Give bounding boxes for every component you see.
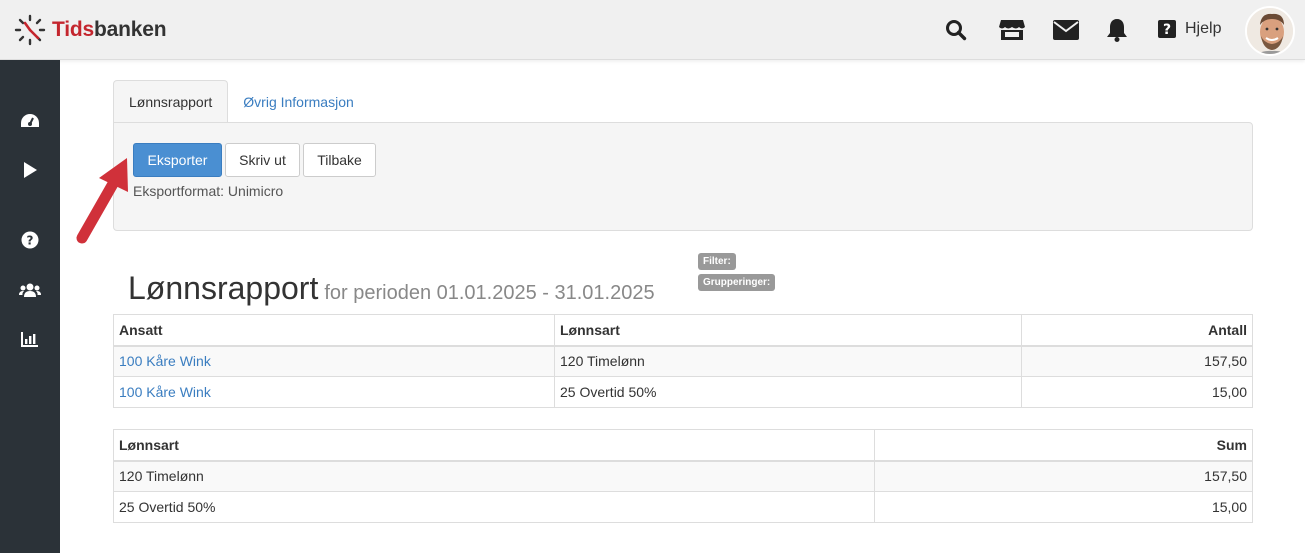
tab-lonnsrapport[interactable]: Lønnsrapport: [113, 80, 229, 123]
table-header-row: Lønnsart Sum: [113, 429, 1253, 462]
mail-icon[interactable]: [1053, 18, 1079, 42]
table-row: 100 Kåre Wink 120 Timelønn 157,50: [113, 345, 1253, 377]
tab-bar: Lønnsrapport Øvrig Informasjon: [113, 80, 369, 123]
top-bar: Tidsbanken ? Hjelp: [0, 0, 1305, 60]
help-icon: ?: [1158, 20, 1176, 38]
table-cell-sum: 15,00: [874, 491, 1253, 523]
employee-link[interactable]: 100 Kåre Wink: [119, 353, 211, 369]
bell-icon[interactable]: [1105, 18, 1129, 42]
chart-icon[interactable]: [18, 327, 42, 351]
table-row: 100 Kåre Wink 25 Overtid 50% 15,00: [113, 376, 1253, 408]
report-title: Lønnsrapport: [128, 270, 319, 306]
tab-ovrig-informasjon[interactable]: Øvrig Informasjon: [228, 80, 368, 123]
svg-text:?: ?: [1163, 22, 1171, 38]
users-icon[interactable]: [18, 278, 42, 302]
summary-table: Lønnsart Sum 120 Timelønn 157,50 25 Over…: [113, 429, 1253, 523]
question-icon[interactable]: ?: [18, 228, 42, 252]
table-cell-wage-type: 25 Overtid 50%: [554, 376, 1022, 408]
table-cell-wage-type: 25 Overtid 50%: [113, 491, 875, 523]
logo-icon: [14, 14, 46, 46]
groupings-badge: Grupperinger:: [698, 274, 776, 291]
svg-text:?: ?: [27, 234, 34, 248]
export-button[interactable]: Eksporter: [133, 143, 222, 177]
column-header-antall[interactable]: Antall: [1021, 314, 1253, 347]
table-row: 25 Overtid 50% 15,00: [113, 491, 1253, 523]
print-button[interactable]: Skriv ut: [225, 143, 300, 177]
table-cell-wage-type: 120 Timelønn: [554, 345, 1022, 377]
table-cell-amount: 15,00: [1021, 376, 1253, 408]
table-cell-amount: 157,50: [1021, 345, 1253, 377]
brand-name-part2: banken: [94, 18, 167, 41]
store-icon[interactable]: [998, 18, 1026, 42]
filter-badge: Filter:: [698, 253, 736, 270]
avatar[interactable]: [1245, 6, 1295, 56]
play-icon[interactable]: [18, 158, 42, 182]
back-button[interactable]: Tilbake: [303, 143, 376, 177]
report-period: for perioden 01.01.2025 - 31.01.2025: [324, 282, 655, 304]
column-header-sum[interactable]: Sum: [874, 429, 1253, 462]
sidebar: ?: [0, 60, 60, 553]
table-cell-employee: 100 Kåre Wink: [113, 345, 555, 377]
column-header-lonnsart[interactable]: Lønnsart: [113, 429, 875, 462]
search-icon[interactable]: [944, 18, 968, 42]
table-header-row: Ansatt Lønnsart Antall: [113, 314, 1253, 347]
arrow-icon: [76, 158, 128, 244]
table-cell-wage-type: 120 Timelønn: [113, 460, 875, 492]
brand-name: Tidsbanken: [52, 18, 167, 42]
employee-link[interactable]: 100 Kåre Wink: [119, 384, 211, 400]
export-format-text: Eksportformat: Unimicro: [133, 183, 284, 199]
logo[interactable]: Tidsbanken: [14, 14, 167, 46]
help-label: Hjelp: [1185, 20, 1222, 37]
brand-name-part1: Tids: [52, 18, 94, 41]
table-row: 120 Timelønn 157,50: [113, 460, 1253, 492]
help-button[interactable]: ? Hjelp: [1158, 19, 1221, 39]
table-cell-employee: 100 Kåre Wink: [113, 376, 555, 408]
table-cell-sum: 157,50: [874, 460, 1253, 492]
detail-table: Ansatt Lønnsart Antall 100 Kåre Wink 120…: [113, 314, 1253, 408]
column-header-ansatt[interactable]: Ansatt: [113, 314, 555, 347]
dashboard-icon[interactable]: [18, 109, 42, 133]
page-title: Lønnsrapport for perioden 01.01.2025 - 31…: [128, 270, 655, 307]
column-header-lonnsart[interactable]: Lønnsart: [554, 314, 1022, 347]
toolbar-panel: Eksporter Skriv ut Tilbake Eksportformat…: [113, 122, 1253, 231]
